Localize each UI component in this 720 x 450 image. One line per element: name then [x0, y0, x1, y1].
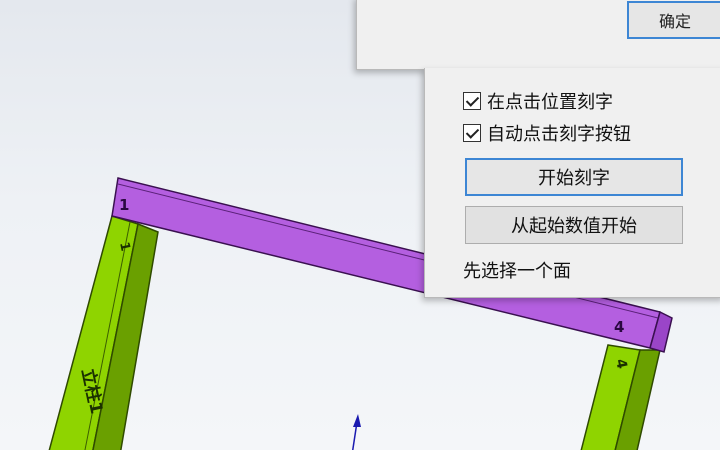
- ok-button[interactable]: 确定: [627, 1, 720, 39]
- left-post[interactable]: 1 立柱1: [48, 215, 159, 450]
- auto-click-engrave-option[interactable]: 自动点击刻字按钮: [463, 121, 631, 145]
- beam-number-left: 1: [119, 196, 129, 214]
- status-text: 先选择一个面: [463, 261, 571, 282]
- auto-click-checkbox[interactable]: [463, 124, 481, 142]
- click-position-label: 在点击位置刻字: [487, 92, 613, 113]
- beam-number-right: 4: [614, 318, 624, 336]
- right-post[interactable]: 4: [580, 344, 661, 450]
- start-engrave-button[interactable]: 开始刻字: [465, 158, 683, 196]
- start-from-value-button[interactable]: 从起始数值开始: [465, 206, 683, 244]
- click-position-engrave-option[interactable]: 在点击位置刻字: [463, 89, 613, 113]
- top-dialog: 确定: [356, 0, 720, 70]
- click-position-checkbox[interactable]: [463, 92, 481, 110]
- engrave-panel: 在点击位置刻字 自动点击刻字按钮 开始刻字 从起始数值开始 先选择一个面: [424, 68, 720, 298]
- axis-arrow-icon: [351, 414, 361, 450]
- auto-click-label: 自动点击刻字按钮: [487, 124, 631, 145]
